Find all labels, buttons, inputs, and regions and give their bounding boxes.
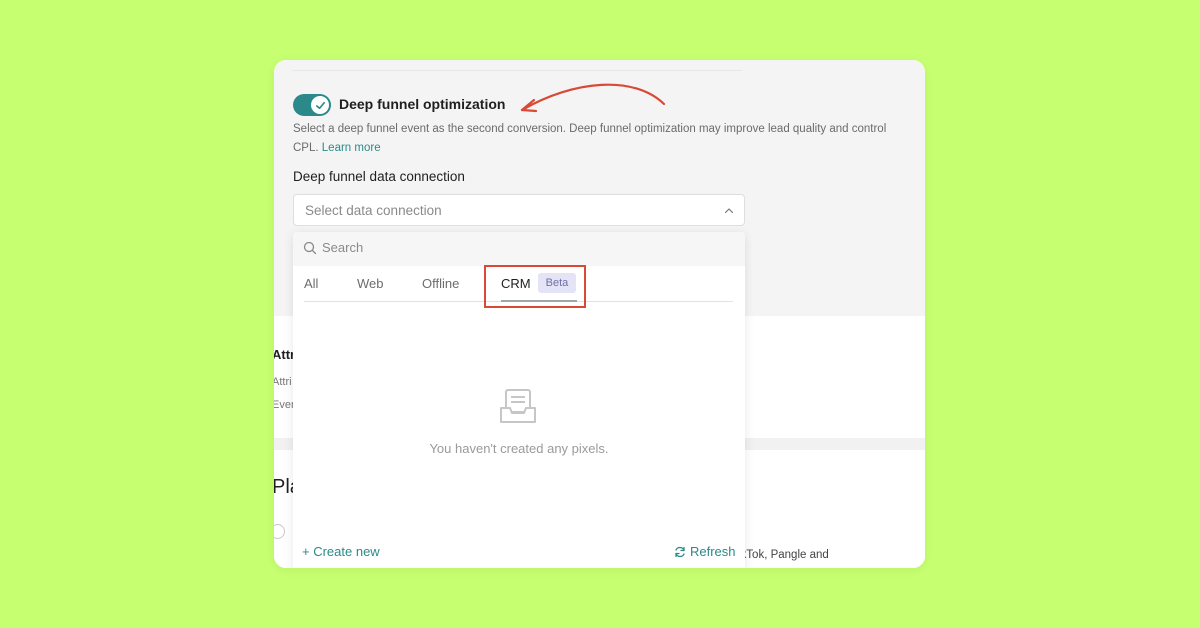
search-icon (303, 241, 317, 255)
chevron-up-icon (724, 208, 734, 214)
data-connection-dropdown: Search All Web Offline CRM Beta You have… (293, 232, 745, 568)
search-input[interactable]: Search (293, 232, 745, 266)
learn-more-link[interactable]: Learn more (322, 142, 381, 154)
refresh-icon (675, 546, 685, 557)
data-connection-select[interactable]: Select data connection (293, 194, 745, 226)
create-new-button[interactable]: + Create new (302, 544, 380, 559)
inbox-icon (500, 389, 536, 423)
crm-annotation-box (484, 265, 586, 308)
description-text: Select a deep funnel event as the second… (293, 123, 887, 154)
attribution-description: Attri (274, 376, 292, 388)
search-placeholder: Search (322, 240, 364, 255)
deep-funnel-toggle[interactable] (293, 94, 331, 116)
select-placeholder: Select data connection (305, 203, 442, 218)
refresh-button[interactable]: Refresh (674, 544, 736, 559)
toggle-knob (311, 96, 329, 114)
deep-funnel-description: Select a deep funnel event as the second… (293, 120, 913, 158)
placement-description: ikTok, Pangle and (738, 549, 829, 561)
deep-funnel-title: Deep funnel optimization (339, 96, 506, 112)
check-icon (315, 101, 325, 109)
settings-card: Attri Attri Even Pla ikTok, Pangle and D… (274, 60, 925, 568)
refresh-label: Refresh (690, 544, 736, 559)
annotation-arrow-icon (520, 83, 666, 113)
tab-web[interactable]: Web (357, 276, 384, 291)
data-connection-label: Deep funnel data connection (293, 169, 465, 184)
tab-offline[interactable]: Offline (422, 276, 459, 291)
tab-all[interactable]: All (304, 276, 318, 291)
empty-state-message: You haven't created any pixels. (429, 441, 609, 456)
